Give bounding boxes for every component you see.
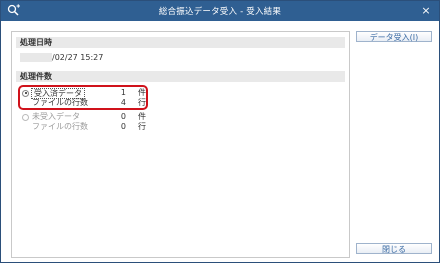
- not-imported-data-radio[interactable]: [22, 113, 29, 121]
- not-imported-file-lines-count: 0: [120, 122, 126, 131]
- result-panel: 処理日時 /02/27 15:27 処理件数 受入済データ 1 件 ファイルの行…: [11, 31, 350, 258]
- processing-datetime-header: 処理日時: [16, 37, 345, 48]
- not-imported-data-unit: 件: [138, 112, 146, 121]
- close-button[interactable]: 閉じる: [356, 243, 432, 254]
- title-bar: 総合振込データ受入 - 受入結果 ×: [1, 1, 439, 21]
- not-imported-file-lines-row: ファイルの行数 0 行: [20, 122, 150, 132]
- highlight-box: [18, 85, 148, 110]
- close-icon[interactable]: ×: [419, 4, 433, 18]
- processing-datetime-value: /02/27 15:27: [52, 53, 104, 62]
- not-imported-file-lines-unit: 行: [138, 122, 146, 131]
- window-title: 総合振込データ受入 - 受入結果: [158, 7, 282, 17]
- import-result-window: 総合振込データ受入 - 受入結果 × 処理日時 /02/27 15:27 処理件…: [0, 0, 440, 263]
- not-imported-data-row: 未受入データ 0 件: [20, 112, 150, 122]
- data-import-button[interactable]: データ受入(I): [356, 31, 432, 42]
- processing-datetime-row: /02/27 15:27: [20, 53, 103, 63]
- not-imported-data-count: 0: [120, 112, 126, 121]
- not-imported-file-lines-label: ファイルの行数: [32, 122, 88, 131]
- masked-year: [20, 53, 52, 62]
- processing-count-header: 処理件数: [16, 71, 345, 82]
- not-imported-data-label: 未受入データ: [32, 112, 80, 121]
